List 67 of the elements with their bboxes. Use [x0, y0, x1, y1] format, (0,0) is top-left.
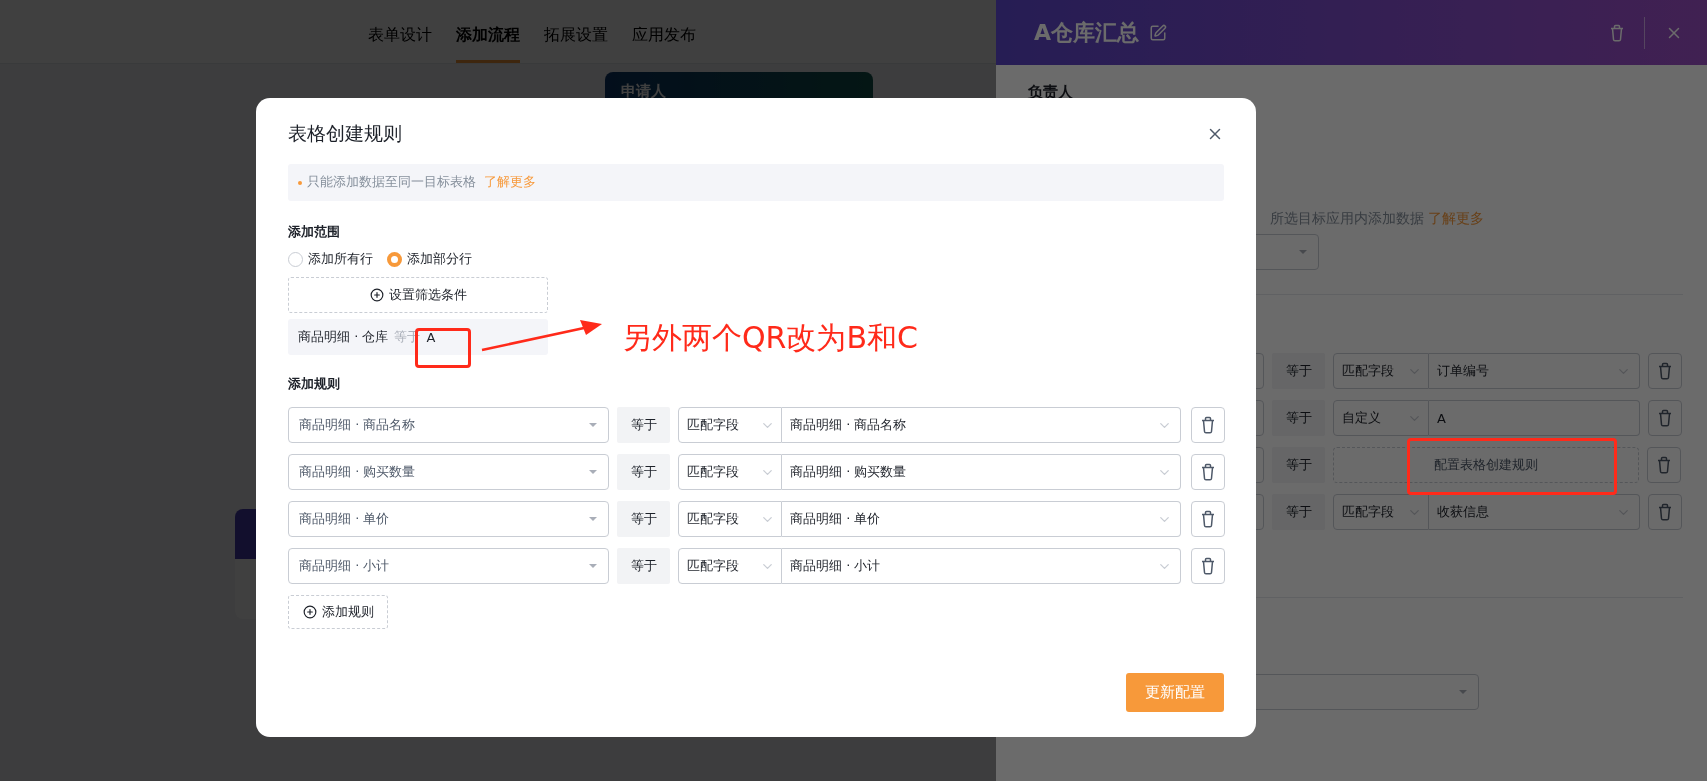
radio-icon[interactable]: [288, 251, 303, 267]
mode-select[interactable]: 匹配字段: [678, 454, 782, 490]
radio-icon[interactable]: [387, 251, 402, 267]
caret-icon: [588, 469, 598, 475]
caret-icon: [588, 422, 598, 428]
operator-label: 等于: [617, 548, 670, 584]
delete-button[interactable]: [1648, 400, 1682, 436]
field-select[interactable]: 商品明细 · 购买数量: [288, 454, 609, 490]
dialog-title: 表格创建规则: [288, 121, 402, 146]
add-rule-button[interactable]: 添加规则: [288, 595, 388, 629]
delete-button[interactable]: [1647, 447, 1681, 483]
field-select[interactable]: 商品明细 · 小计: [288, 548, 609, 584]
operator-label: 等于: [1272, 494, 1325, 530]
mode-select[interactable]: 匹配字段: [1333, 494, 1429, 530]
delete-button[interactable]: [1191, 548, 1225, 584]
field-select[interactable]: 商品明细 · 商品名称: [288, 407, 609, 443]
caret-icon: [1298, 249, 1308, 255]
trash-icon: [1201, 416, 1215, 434]
trash-icon: [1658, 362, 1672, 380]
radio-label: 添加部分行: [407, 250, 472, 268]
drawer-title: A仓库汇总: [1034, 18, 1140, 47]
delete-button[interactable]: [1648, 494, 1682, 530]
field-select[interactable]: 商品明细 · 单价: [288, 501, 609, 537]
value-select[interactable]: 订单编号: [1429, 353, 1640, 389]
mode-select[interactable]: 匹配字段: [678, 501, 782, 537]
filter-button[interactable]: 设置筛选条件: [288, 277, 548, 313]
mode-select[interactable]: 匹配字段: [678, 548, 782, 584]
mode-select[interactable]: 匹配字段: [678, 407, 782, 443]
plus-circle-icon: [302, 605, 317, 619]
section-label: 添加规则: [288, 375, 341, 393]
annotation-text: 另外两个QR改为B和C: [622, 319, 918, 357]
delete-button[interactable]: [1191, 454, 1225, 490]
trash-icon: [1658, 503, 1672, 521]
trash-icon: [1201, 510, 1215, 528]
operator-label: 等于: [617, 501, 670, 537]
notice-text: 只能添加数据至同一目标表格: [307, 174, 476, 191]
operator-label: 等于: [617, 454, 670, 490]
value-select[interactable]: 商品明细 · 小计: [782, 548, 1181, 584]
delete-button[interactable]: [1191, 407, 1225, 443]
radio-label: 添加所有行: [308, 250, 373, 268]
mode-select[interactable]: 匹配字段: [1333, 353, 1429, 389]
operator-label: 等于: [1272, 447, 1325, 483]
value-select[interactable]: 商品明细 · 单价: [782, 501, 1181, 537]
trash-icon: [1657, 456, 1671, 474]
trash-icon: [1658, 409, 1672, 427]
caret-icon: [588, 563, 598, 569]
caret-icon: [588, 516, 598, 522]
delete-button[interactable]: [1648, 353, 1682, 389]
value-input[interactable]: A: [1429, 400, 1640, 436]
operator-label: 等于: [1272, 400, 1325, 436]
condition-value: A: [426, 329, 436, 345]
edit-icon[interactable]: [1149, 23, 1168, 42]
radio-option[interactable]: 添加部分行: [387, 250, 472, 268]
section-label: 添加范围: [288, 223, 341, 241]
operator-label: 等于: [617, 407, 670, 443]
mode-select[interactable]: 自定义: [1333, 400, 1429, 436]
operator-label: 等于: [1272, 353, 1325, 389]
caret-icon: [1458, 689, 1468, 695]
delete-button[interactable]: [1191, 501, 1225, 537]
value-select[interactable]: 收获信息: [1429, 494, 1640, 530]
condition-field: 商品明细 · 仓库: [298, 328, 389, 346]
radio-option[interactable]: 添加所有行: [288, 250, 373, 268]
trash-icon: [1201, 557, 1215, 575]
value-select[interactable]: 商品明细 · 商品名称: [782, 407, 1181, 443]
trash-icon: [1201, 463, 1215, 481]
plus-circle-icon: [369, 288, 384, 302]
value-select[interactable]: 商品明细 · 购买数量: [782, 454, 1181, 490]
